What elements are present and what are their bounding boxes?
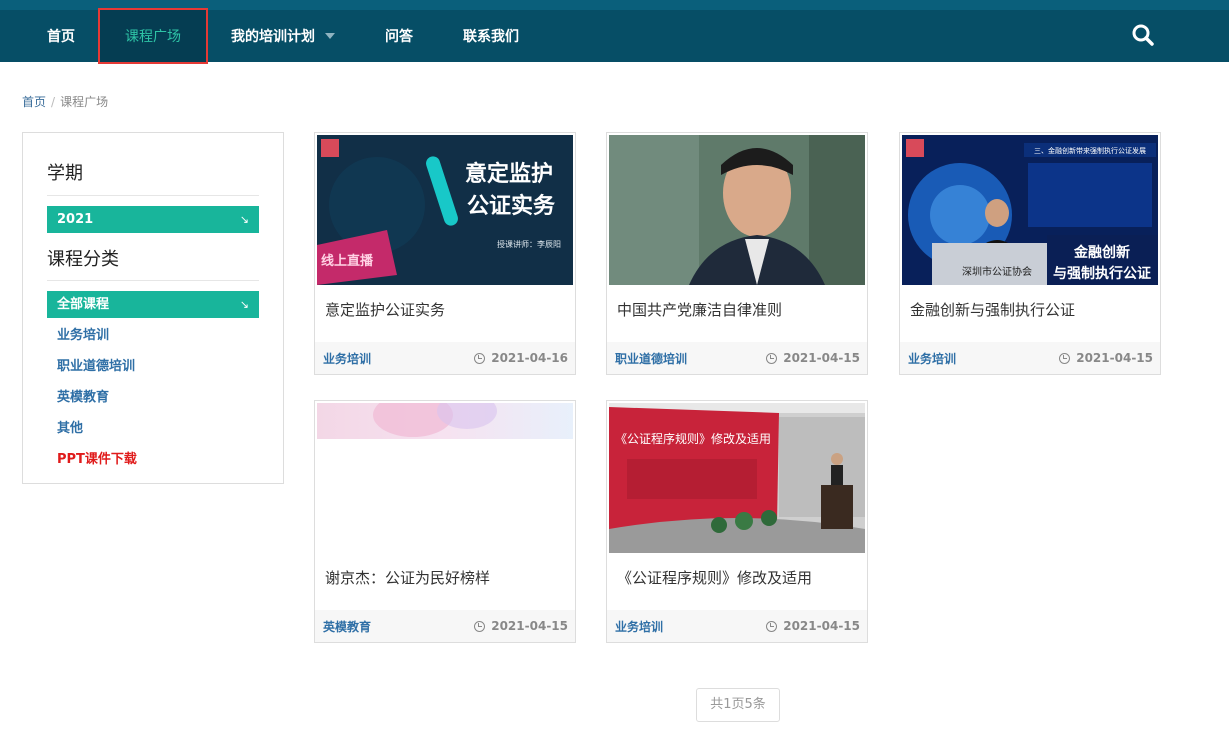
nav-item-qa[interactable]: 问答: [360, 10, 438, 62]
search-icon[interactable]: [1131, 23, 1155, 47]
term-heading: 学期: [47, 133, 259, 196]
term-filter-label: 2021: [57, 212, 94, 227]
course-thumbnail: [609, 135, 865, 285]
arrow-down-right-icon: ↘: [239, 213, 249, 226]
course-title[interactable]: 中国共产党廉洁自律准则: [617, 299, 782, 320]
thumb-badge: 线上直播: [321, 253, 374, 269]
category-filter-all[interactable]: 全部课程 ↘: [47, 291, 259, 318]
main-nav: 首页 课程广场 我的培训计划 问答 联系我们: [22, 8, 544, 64]
category-item-business[interactable]: 业务培训: [47, 320, 259, 351]
breadcrumb-home-link[interactable]: 首页: [22, 95, 46, 109]
nav-item-my-training-plan[interactable]: 我的培训计划: [206, 10, 360, 62]
course-title[interactable]: 金融创新与强制执行公证: [910, 299, 1075, 320]
course-date-text: 2021-04-15: [783, 351, 860, 365]
course-title[interactable]: 谢京杰：公证为民好榜样: [325, 567, 490, 588]
course-title[interactable]: 意定监护公证实务: [325, 299, 445, 320]
course-category-tag[interactable]: 英模教育: [323, 618, 371, 635]
card-footer: 职业道德培训 2021-04-15: [607, 342, 867, 374]
thumb-caption-1: 金融创新: [1073, 244, 1130, 261]
category-item-other[interactable]: 其他: [47, 413, 259, 444]
course-card[interactable]: 三、金融创新带来强制执行公证发展 深圳市公证协会 金融创新 与强制执行公证 金融…: [899, 132, 1161, 375]
card-footer: 业务培训 2021-04-15: [607, 610, 867, 642]
thumb-org: 深圳市公证协会: [962, 265, 1032, 278]
course-category-tag[interactable]: 业务培训: [908, 350, 956, 367]
clock-icon: [474, 352, 486, 364]
thumb-screen-title: 《公证程序规则》修改及适用: [615, 431, 771, 446]
course-title[interactable]: 《公证程序规则》修改及适用: [617, 567, 812, 588]
category-filter-label: 全部课程: [57, 297, 110, 312]
category-list: 业务培训 职业道德培训 英模教育 其他 PPT课件下载: [47, 320, 259, 475]
category-item-ppt-download[interactable]: PPT课件下载: [47, 444, 259, 475]
chevron-down-icon: [325, 33, 335, 39]
clock-icon: [1059, 352, 1071, 364]
course-date: 2021-04-15: [1059, 351, 1153, 365]
clock-icon: [766, 352, 778, 364]
course-date-text: 2021-04-15: [1076, 351, 1153, 365]
course-date: 2021-04-15: [766, 351, 860, 365]
course-thumbnail: [317, 403, 573, 553]
course-card[interactable]: 意定监护 公证实务 授课讲师：李辰阳 线上直播 意定监护公证实务 业务培训 20…: [314, 132, 576, 375]
course-date: 2021-04-16: [474, 351, 568, 365]
arrow-down-right-icon: ↘: [239, 298, 249, 311]
course-thumbnail: 三、金融创新带来强制执行公证发展 深圳市公证协会 金融创新 与强制执行公证: [902, 135, 1158, 285]
course-date-text: 2021-04-16: [491, 351, 568, 365]
course-date-text: 2021-04-15: [491, 619, 568, 633]
course-card[interactable]: 《公证程序规则》修改及适用 《公证程序规则》修改及适用 业务培训 2021-04…: [606, 400, 868, 643]
thumb-lecturer: 授课讲师：李辰阳: [497, 239, 561, 249]
top-navbar: 首页 课程广场 我的培训计划 问答 联系我们: [0, 0, 1229, 64]
nav-item-course-square[interactable]: 课程广场: [98, 8, 208, 64]
nav-item-contact[interactable]: 联系我们: [438, 10, 544, 62]
nav-item-label: 我的培训计划: [231, 29, 315, 45]
thumb-caption-2: 与强制执行公证: [1053, 265, 1151, 282]
clock-icon: [766, 620, 778, 632]
category-item-heroes[interactable]: 英模教育: [47, 382, 259, 413]
breadcrumb-current: 课程广场: [60, 95, 109, 109]
course-category-tag[interactable]: 业务培训: [323, 350, 371, 367]
breadcrumb: 首页 / 课程广场: [22, 93, 108, 110]
nav-item-home[interactable]: 首页: [22, 10, 100, 62]
course-date-text: 2021-04-15: [783, 619, 860, 633]
clock-icon: [474, 620, 486, 632]
card-footer: 英模教育 2021-04-15: [315, 610, 575, 642]
course-card[interactable]: 谢京杰：公证为民好榜样 英模教育 2021-04-15: [314, 400, 576, 643]
course-category-tag[interactable]: 职业道德培训: [615, 350, 687, 367]
course-category-tag[interactable]: 业务培训: [615, 618, 663, 635]
card-footer: 业务培训 2021-04-15: [900, 342, 1160, 374]
thumb-slide-header: 三、金融创新带来强制执行公证发展: [1034, 146, 1146, 155]
course-thumbnail: 意定监护 公证实务 授课讲师：李辰阳 线上直播: [317, 135, 573, 285]
course-date: 2021-04-15: [474, 619, 568, 633]
filter-sidebar: 学期 2021 ↘ 课程分类 全部课程 ↘ 业务培训 职业道德培训 英模教育 其…: [22, 132, 284, 484]
card-footer: 业务培训 2021-04-16: [315, 342, 575, 374]
course-card[interactable]: 中国共产党廉洁自律准则 职业道德培训 2021-04-15: [606, 132, 868, 375]
thumb-headline-2: 公证实务: [467, 193, 556, 219]
category-heading: 课程分类: [47, 233, 259, 281]
term-filter-2021[interactable]: 2021 ↘: [47, 206, 259, 233]
breadcrumb-separator: /: [51, 95, 56, 109]
course-date: 2021-04-15: [766, 619, 860, 633]
category-item-ethics[interactable]: 职业道德培训: [47, 351, 259, 382]
pagination-summary: 共1页5条: [696, 688, 780, 722]
course-thumbnail: 《公证程序规则》修改及适用: [609, 403, 865, 553]
thumb-headline-1: 意定监护: [465, 161, 553, 187]
